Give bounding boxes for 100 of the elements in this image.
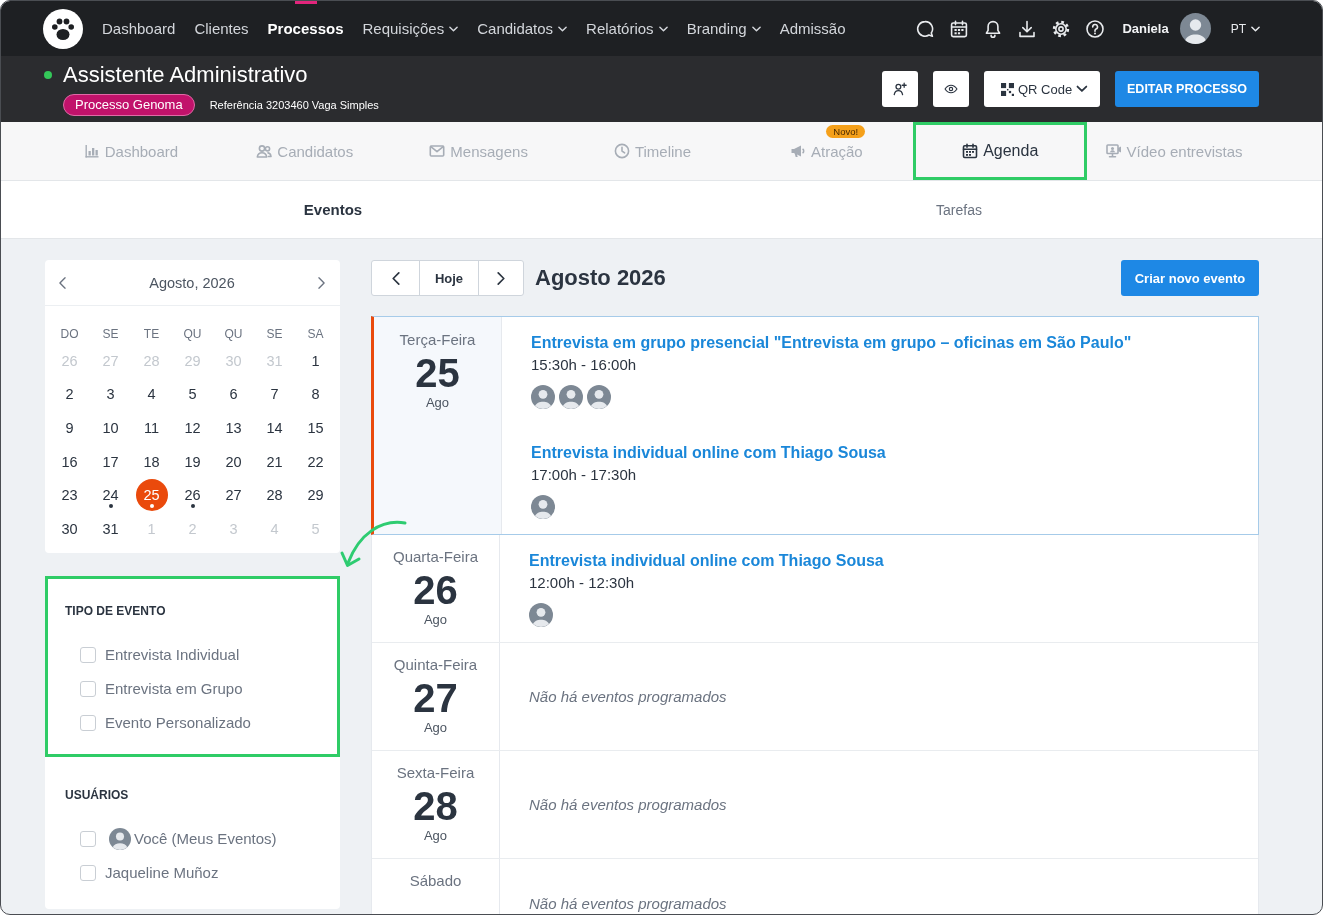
chevron-right-icon[interactable] [318,276,325,289]
download-icon[interactable] [1017,18,1038,39]
calendar-day[interactable]: 16 [53,445,86,478]
checkbox[interactable] [80,714,96,731]
weekday-label: QU [223,326,244,342]
event-time: 15:30h - 16:00h [531,355,638,375]
caret-icon [751,25,761,32]
calendar-day[interactable]: 22 [299,445,332,478]
day-number: 26 [412,570,459,610]
calendar-day[interactable]: 14 [258,412,291,444]
help-icon[interactable] [1085,18,1106,39]
calendar-day[interactable]: 5 [176,378,209,411]
calendar-day[interactable]: 17 [94,445,127,478]
filter-heading: USUÁRIOS [65,786,130,803]
calendar-day[interactable]: 31 [94,512,127,545]
reference-text: Referência 3203460 Vaga Simples [209,99,379,111]
tab[interactable]: Agenda [913,122,1088,180]
weekday-name: Quarta-Feira [392,547,479,567]
calendar-day[interactable]: 15 [299,412,332,444]
chat-icon[interactable] [915,18,936,39]
calendar-day[interactable]: 8 [299,378,332,411]
megaphone-icon [790,143,806,159]
caret-icon [1076,85,1088,93]
calendar-day[interactable]: 6 [217,378,250,411]
checkbox[interactable] [80,830,96,847]
calendar-day[interactable]: 7 [258,378,291,411]
calendar-day[interactable]: 2 [53,378,86,411]
no-events-text: Não há eventos programados [529,895,727,912]
nav-link[interactable]: Admissão [779,1,846,56]
calendar-day[interactable]: 30 [53,512,86,545]
nav-link[interactable]: Dashboard [102,1,176,56]
calendar-day[interactable]: 11 [135,412,168,444]
weekday-label: SE [265,326,284,342]
calendar-day[interactable]: 1 [299,344,332,377]
calendar-day[interactable]: 27 [217,479,250,512]
nav-link[interactable]: Branding [686,1,761,56]
option-label[interactable]: Jaqueline Muñoz [105,864,219,882]
calendar-day[interactable]: 23 [53,479,86,512]
eye-icon [944,82,958,96]
calendar-day[interactable]: 26 [176,479,209,512]
nav-link[interactable]: Relatórios [586,1,668,56]
event-time: 17:00h - 17:30h [531,465,638,485]
calendar-day[interactable]: 10 [94,412,127,444]
process-title: Assistente Administrativo [63,62,308,88]
calendar-day[interactable]: 25 [135,479,168,512]
event-title-link[interactable]: Entrevista em grupo presencial "Entrevista em grupo – oficinas em São Paulo" [531,332,1132,354]
weekday-label: SA [306,326,325,342]
no-events-text: Não há eventos programados [529,796,727,813]
event-title-link[interactable]: Entrevista individual online com Thiago Sousa [531,442,886,464]
calendar-month-title: Agosto, 2026 [149,274,235,291]
users-icon [256,143,273,159]
calendar-day[interactable]: 29 [299,479,332,512]
nav-link[interactable]: Requisições [362,1,459,56]
calendar-day[interactable]: 13 [217,412,250,444]
sub-tab[interactable]: Tarefas [646,181,1272,238]
weekday-name: Terça-Feira [398,330,477,350]
calendar-day[interactable]: 18 [135,445,168,478]
avatar-icon[interactable] [1179,13,1211,44]
option-label[interactable]: Você (Meus Eventos) [134,830,277,848]
sub-tab[interactable]: Eventos [20,181,646,238]
settings-icon[interactable] [1051,18,1072,39]
calendar-day[interactable]: 12 [176,412,209,444]
nav-link[interactable]: Clientes [194,1,249,56]
option-label[interactable]: Evento Personalizado [105,714,251,732]
create-event-button[interactable]: Criar novo evento [1121,260,1259,296]
weekday-label: QU [182,326,203,342]
envelope-icon [429,143,446,159]
chevron-left-icon [391,271,400,285]
add-user-button[interactable] [882,71,918,107]
edit-process-button[interactable]: EDITAR PROCESSO [1115,71,1259,107]
user-name[interactable]: Daniela [1122,21,1169,36]
chevron-left-icon[interactable] [59,276,66,289]
month-abbreviation: Ago [422,720,449,736]
calendar-icon[interactable] [949,18,970,39]
checkbox[interactable] [80,680,96,697]
calendar-day[interactable]: 9 [53,412,86,444]
checkbox[interactable] [80,646,96,663]
calendar-day[interactable]: 24 [94,479,127,512]
option-label[interactable]: Entrevista Individual [105,646,240,664]
calendar-day[interactable]: 19 [176,445,209,478]
day-number: 27 [412,678,459,718]
no-events-text: Não há eventos programados [529,688,727,705]
calendar-day[interactable]: 21 [258,445,291,478]
weekday-name: Sábado [408,871,463,891]
calendar-day[interactable]: 4 [135,378,168,411]
qr-code-button[interactable]: QR Code [984,71,1100,107]
month-abbreviation: Ago [422,828,449,844]
checkbox[interactable] [80,864,96,881]
language-selector[interactable]: PT [1230,21,1260,36]
paw-logo-icon[interactable] [43,8,83,49]
preview-button[interactable] [933,71,969,107]
event-title-link[interactable]: Entrevista individual online com Thiago Sousa [529,550,884,572]
caret-icon [449,25,459,32]
calendar-day[interactable]: 28 [258,479,291,512]
caret-icon [658,25,668,32]
calendar-day[interactable]: 3 [94,378,127,411]
add-user-icon [892,81,908,97]
option-label[interactable]: Entrevista em Grupo [105,680,243,698]
nav-link[interactable]: Candidatos [477,1,568,56]
calendar-day[interactable]: 20 [217,445,250,478]
